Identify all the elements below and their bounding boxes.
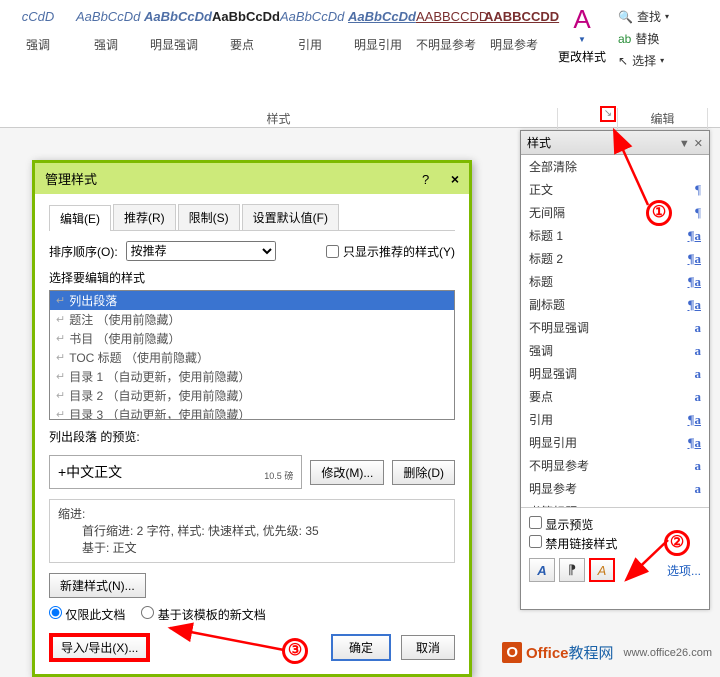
change-style-icon: A (558, 4, 606, 35)
listbox-item[interactable]: ↵列出段落 (50, 291, 454, 310)
options-link[interactable]: 选项... (667, 562, 701, 579)
listbox-item[interactable]: ↵目录 2 （自动更新，使用前隐藏） (50, 386, 454, 405)
desc-body: 首行缩进: 2 字符, 样式: 快速样式, 优先级: 35 基于: 正文 (58, 523, 446, 557)
pane-title: 样式 (527, 134, 551, 151)
manage-styles-icon[interactable]: A (589, 558, 615, 582)
select-button[interactable]: ↖选择 ▾ (618, 50, 669, 72)
binoculars-icon: 🔍 (618, 6, 633, 28)
import-export-button[interactable]: 导入/导出(X)... (49, 633, 150, 662)
pane-item[interactable]: 全部清除 (521, 155, 709, 178)
watermark-logo: O (502, 642, 522, 663)
delete-button[interactable]: 删除(D) (392, 460, 455, 485)
find-button[interactable]: 🔍查找 ▾ (618, 6, 669, 28)
modify-button[interactable]: 修改(M)... (310, 460, 384, 485)
edit-group-label: 编辑 (618, 108, 708, 129)
based-template-radio[interactable]: 基于该模板的新文档 (141, 606, 265, 623)
styles-dialog-launcher[interactable]: ↘ (600, 106, 616, 122)
style-gallery-item[interactable]: AaBbCcDd强调 (76, 6, 136, 53)
new-style-button[interactable]: 新建样式(N)... (49, 573, 146, 598)
ok-button[interactable]: 确定 (331, 634, 391, 661)
pane-item[interactable]: 正文 (521, 178, 709, 201)
pane-item[interactable]: 副标题¶a (521, 293, 709, 316)
cursor-icon: ↖ (618, 50, 628, 72)
style-gallery-item[interactable]: AaBbCcDd明显强调 (144, 6, 204, 53)
description-box: 缩进: 首行缩进: 2 字符, 样式: 快速样式, 优先级: 35 基于: 正文 (49, 499, 455, 563)
pane-item[interactable]: 引用¶a (521, 408, 709, 431)
dialog-tab[interactable]: 推荐(R) (113, 204, 176, 230)
style-gallery-item[interactable]: AABBCCDD不明显参考 (416, 6, 476, 53)
preview-size: 10.5 磅 (264, 469, 293, 482)
replace-icon: ab (618, 28, 631, 50)
style-gallery-item[interactable]: AABBCCDD明显参考 (484, 6, 544, 53)
preview-box: +中文正文 10.5 磅 (49, 455, 302, 489)
only-recommended-checkbox[interactable]: 只显示推荐的样式(Y) (326, 243, 455, 260)
pane-item[interactable]: 明显引用¶a (521, 431, 709, 454)
select-style-label: 选择要编辑的样式 (49, 269, 455, 286)
new-style-icon[interactable]: A (529, 558, 555, 582)
style-inspector-icon[interactable]: ⁋ (559, 558, 585, 582)
annotation-1: ① (646, 200, 672, 226)
preview-label: 列出段落 的预览: (49, 428, 455, 445)
dialog-close-icon[interactable]: × (451, 171, 459, 187)
annotation-3: ③ (282, 638, 308, 664)
cancel-button[interactable]: 取消 (401, 635, 455, 660)
sort-label: 排序顺序(O): (49, 243, 118, 260)
style-gallery-item[interactable]: AaBbCcDd引用 (280, 6, 340, 53)
pane-item[interactable]: 不明显参考a (521, 454, 709, 477)
sort-select[interactable]: 按推荐 (126, 241, 276, 261)
pane-item[interactable]: 要点a (521, 385, 709, 408)
only-doc-radio[interactable]: 仅限此文档 (49, 606, 125, 623)
pane-dropdown-icon[interactable]: ▼ (679, 138, 690, 150)
dialog-tab[interactable]: 限制(S) (178, 204, 240, 230)
manage-styles-dialog: 管理样式 ? × 编辑(E)推荐(R)限制(S)设置默认值(F) 排序顺序(O)… (32, 160, 472, 677)
pane-item[interactable]: 不明显强调a (521, 316, 709, 339)
style-gallery-item[interactable]: AaBbCcDd明显引用 (348, 6, 408, 53)
preview-text: +中文正文 (58, 462, 122, 482)
dialog-tab[interactable]: 设置默认值(F) (242, 204, 339, 230)
desc-header: 缩进: (58, 506, 446, 523)
replace-button[interactable]: ab替换 (618, 28, 669, 50)
pane-item[interactable]: 明显强调a (521, 362, 709, 385)
pane-item[interactable]: 标题¶a (521, 270, 709, 293)
watermark: O Office教程网 www.office26.com (502, 642, 712, 663)
style-gallery-item[interactable]: AaBbCcDd要点 (212, 6, 272, 53)
pane-style-list[interactable]: 全部清除正文无间隔标题 1¶a标题 2¶a标题¶a副标题¶a不明显强调a强调a明… (521, 155, 709, 507)
listbox-item[interactable]: ↵目录 3 （自动更新，使用前隐藏） (50, 405, 454, 420)
listbox-item[interactable]: ↵TOC 标题 （使用前隐藏） (50, 348, 454, 367)
pane-item[interactable]: 强调a (521, 339, 709, 362)
dialog-tab[interactable]: 编辑(E) (49, 205, 111, 231)
pane-header: 样式 ▼ ✕ (521, 131, 709, 155)
listbox-item[interactable]: ↵目录 1 （自动更新，使用前隐藏） (50, 367, 454, 386)
style-group-label: 样式 (0, 108, 558, 129)
dialog-title: 管理样式 (45, 169, 97, 188)
pane-item[interactable]: 书籍标题a (521, 500, 709, 507)
style-listbox[interactable]: ↵列出段落↵题注 （使用前隐藏）↵书目 （使用前隐藏）↵TOC 标题 （使用前隐… (49, 290, 455, 420)
pane-close-icon[interactable]: ✕ (694, 138, 703, 150)
pane-item[interactable]: 标题 2¶a (521, 247, 709, 270)
pane-item[interactable]: 明显参考a (521, 477, 709, 500)
pane-item[interactable]: 标题 1¶a (521, 224, 709, 247)
listbox-item[interactable]: ↵题注 （使用前隐藏） (50, 310, 454, 329)
pane-item[interactable]: 无间隔 (521, 201, 709, 224)
dialog-titlebar: 管理样式 ? × (35, 163, 469, 194)
dialog-help-icon[interactable]: ? (422, 172, 429, 187)
annotation-2: ② (664, 530, 690, 556)
change-style-label: 更改样式 (558, 48, 606, 65)
listbox-item[interactable]: ↵书目 （使用前隐藏） (50, 329, 454, 348)
style-gallery-item[interactable]: cCdD强调 (8, 6, 68, 53)
dialog-tabs: 编辑(E)推荐(R)限制(S)设置默认值(F) (49, 204, 455, 231)
